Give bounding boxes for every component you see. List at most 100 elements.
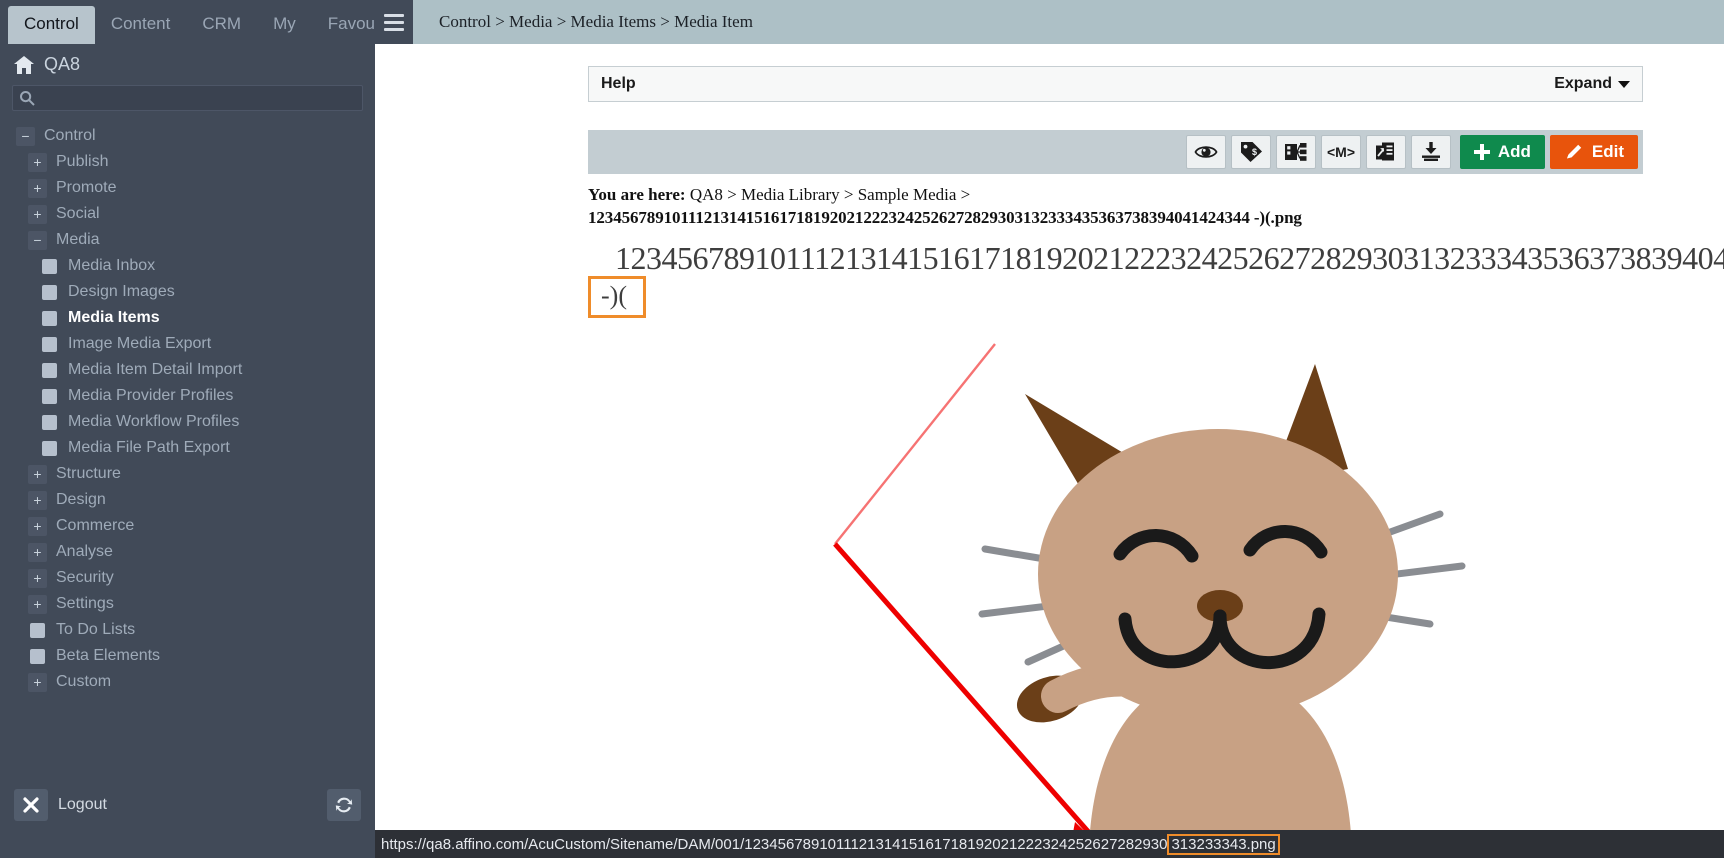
sidebar-item-label: Structure <box>56 465 121 482</box>
pencil-icon <box>1566 144 1582 159</box>
svg-text:<M>: <M> <box>1327 144 1355 160</box>
status-bar: https://qa8.affino.com/AcuCustom/Sitenam… <box>375 830 1724 858</box>
tag-icon-button[interactable]: $ <box>1230 135 1271 169</box>
expand-plus-icon[interactable]: + <box>28 672 47 692</box>
you-are-here: You are here: QA8 > Media Library > Samp… <box>588 184 1708 230</box>
menu-toggle-button[interactable] <box>375 0 413 44</box>
sidebar-item-design-images[interactable]: Design Images <box>0 279 375 305</box>
sidebar-item-media-inbox[interactable]: Media Inbox <box>0 253 375 279</box>
sidebar-item-security[interactable]: + Security <box>0 565 375 591</box>
item-bullet-icon[interactable] <box>30 648 45 664</box>
logout-button[interactable]: Logout <box>14 789 107 821</box>
sidebar-item-social[interactable]: + Social <box>0 201 375 227</box>
sidebar-item-media-item-detail-import[interactable]: Media Item Detail Import <box>0 357 375 383</box>
sidebar-footer: Logout <box>0 780 375 830</box>
page-title: 1234567891011121314151617181920212223242… <box>615 240 1724 276</box>
plus-icon <box>1473 144 1490 160</box>
sidebar-item-control[interactable]: − Control <box>0 123 375 149</box>
edit-label: Edit <box>1591 142 1624 161</box>
expand-plus-icon[interactable]: + <box>28 464 47 484</box>
sidebar-item-media-items[interactable]: Media Items <box>0 305 375 331</box>
expand-plus-icon[interactable]: + <box>28 594 47 614</box>
add-button[interactable]: Add <box>1459 135 1545 169</box>
download-icon <box>1421 142 1440 161</box>
sidebar-item-label: Media Items <box>68 309 160 326</box>
sidebar-item-label: Media File Path Export <box>68 439 230 456</box>
collapse-minus-icon[interactable]: − <box>28 230 47 250</box>
sidebar-item-commerce[interactable]: + Commerce <box>0 513 375 539</box>
chevron-down-icon <box>1618 80 1630 88</box>
sidebar-item-custom[interactable]: + Custom <box>0 669 375 695</box>
expand-button[interactable]: Expand <box>1554 75 1630 93</box>
sidebar-item-label: Social <box>56 205 100 222</box>
app-root: Control Content CRM My Favourites QA8 − C… <box>0 0 1724 858</box>
collapse-minus-icon[interactable]: − <box>16 126 35 146</box>
expand-plus-icon[interactable]: + <box>28 542 47 562</box>
sidebar-item-label: Settings <box>56 595 114 612</box>
cat-head <box>1038 429 1398 719</box>
you-are-here-path[interactable]: QA8 > Media Library > Sample Media > <box>690 185 970 204</box>
item-bullet-icon[interactable] <box>42 362 57 378</box>
sidebar-item-settings[interactable]: + Settings <box>0 591 375 617</box>
status-url: https://qa8.affino.com/AcuCustom/Sitenam… <box>381 835 1168 853</box>
item-bullet-icon[interactable] <box>42 258 57 274</box>
sidebar-item-label: Design <box>56 491 106 508</box>
macro-code-icon: <M> <box>1327 144 1355 160</box>
tab-crm[interactable]: CRM <box>186 6 257 44</box>
sidebar-item-media-provider-profiles[interactable]: Media Provider Profiles <box>0 383 375 409</box>
preview-icon-button[interactable] <box>1185 135 1226 169</box>
sidebar-item-label: Design Images <box>68 283 175 300</box>
item-bullet-icon[interactable] <box>42 440 57 456</box>
hamburger-icon-bar <box>384 13 404 17</box>
sidebar-item-media-file-path-export[interactable]: Media File Path Export <box>0 435 375 461</box>
tab-control[interactable]: Control <box>8 6 95 44</box>
expand-plus-icon[interactable]: + <box>28 178 47 198</box>
sidebar-item-to-do-lists[interactable]: To Do Lists <box>0 617 375 643</box>
sidebar-item-structure[interactable]: + Structure <box>0 461 375 487</box>
sidebar-item-label: Media Inbox <box>68 257 156 274</box>
workflow-icon-button[interactable] <box>1275 135 1316 169</box>
item-bullet-icon[interactable] <box>42 284 57 300</box>
sidebar-tabbar: Control Content CRM My Favourites <box>0 0 407 44</box>
sidebar-item-label: Media Workflow Profiles <box>68 413 240 430</box>
home-label: QA8 <box>44 54 81 74</box>
expand-plus-icon[interactable]: + <box>28 516 47 536</box>
sidebar-item-label: Media <box>56 231 100 248</box>
tab-my[interactable]: My <box>257 6 312 44</box>
home-icon <box>14 55 34 74</box>
expand-plus-icon[interactable]: + <box>28 204 47 224</box>
item-bullet-icon[interactable] <box>42 388 57 404</box>
sidebar-item-media[interactable]: − Media <box>0 227 375 253</box>
refresh-button[interactable] <box>327 789 361 821</box>
status-url-highlight: 313233343.png <box>1167 833 1280 855</box>
macro-code-icon-button[interactable]: <M> <box>1320 135 1361 169</box>
sidebar-item-promote[interactable]: + Promote <box>0 175 375 201</box>
edit-button[interactable]: Edit <box>1549 135 1638 169</box>
item-bullet-icon[interactable] <box>42 310 57 326</box>
expand-plus-icon[interactable]: + <box>28 490 47 510</box>
expand-plus-icon[interactable]: + <box>28 152 47 172</box>
home-row[interactable]: QA8 <box>0 44 375 83</box>
item-bullet-icon[interactable] <box>42 336 57 352</box>
tab-my-label: My <box>273 14 296 33</box>
expand-plus-icon[interactable]: + <box>28 568 47 588</box>
breadcrumb: Control > Media > Media Items > Media It… <box>439 12 753 31</box>
item-bullet-icon[interactable] <box>30 622 45 638</box>
sidebar-item-image-media-export[interactable]: Image Media Export <box>0 331 375 357</box>
document-export-icon-button[interactable] <box>1365 135 1406 169</box>
sidebar-item-beta-elements[interactable]: Beta Elements <box>0 643 375 669</box>
svg-text:$: $ <box>1252 147 1257 157</box>
search-box[interactable] <box>12 85 363 111</box>
sidebar-item-analyse[interactable]: + Analyse <box>0 539 375 565</box>
tab-content-label: Content <box>110 14 171 33</box>
sidebar-item-media-workflow-profiles[interactable]: Media Workflow Profiles <box>0 409 375 435</box>
sidebar-item-label: Analyse <box>56 543 113 560</box>
sidebar-item-publish[interactable]: + Publish <box>0 149 375 175</box>
download-icon-button[interactable] <box>1410 135 1451 169</box>
sidebar-item-label: Media Provider Profiles <box>68 387 234 404</box>
document-export-icon <box>1375 142 1394 161</box>
sidebar-item-design[interactable]: + Design <box>0 487 375 513</box>
tab-content[interactable]: Content <box>95 6 187 44</box>
search-input[interactable] <box>41 90 356 106</box>
item-bullet-icon[interactable] <box>42 414 57 430</box>
